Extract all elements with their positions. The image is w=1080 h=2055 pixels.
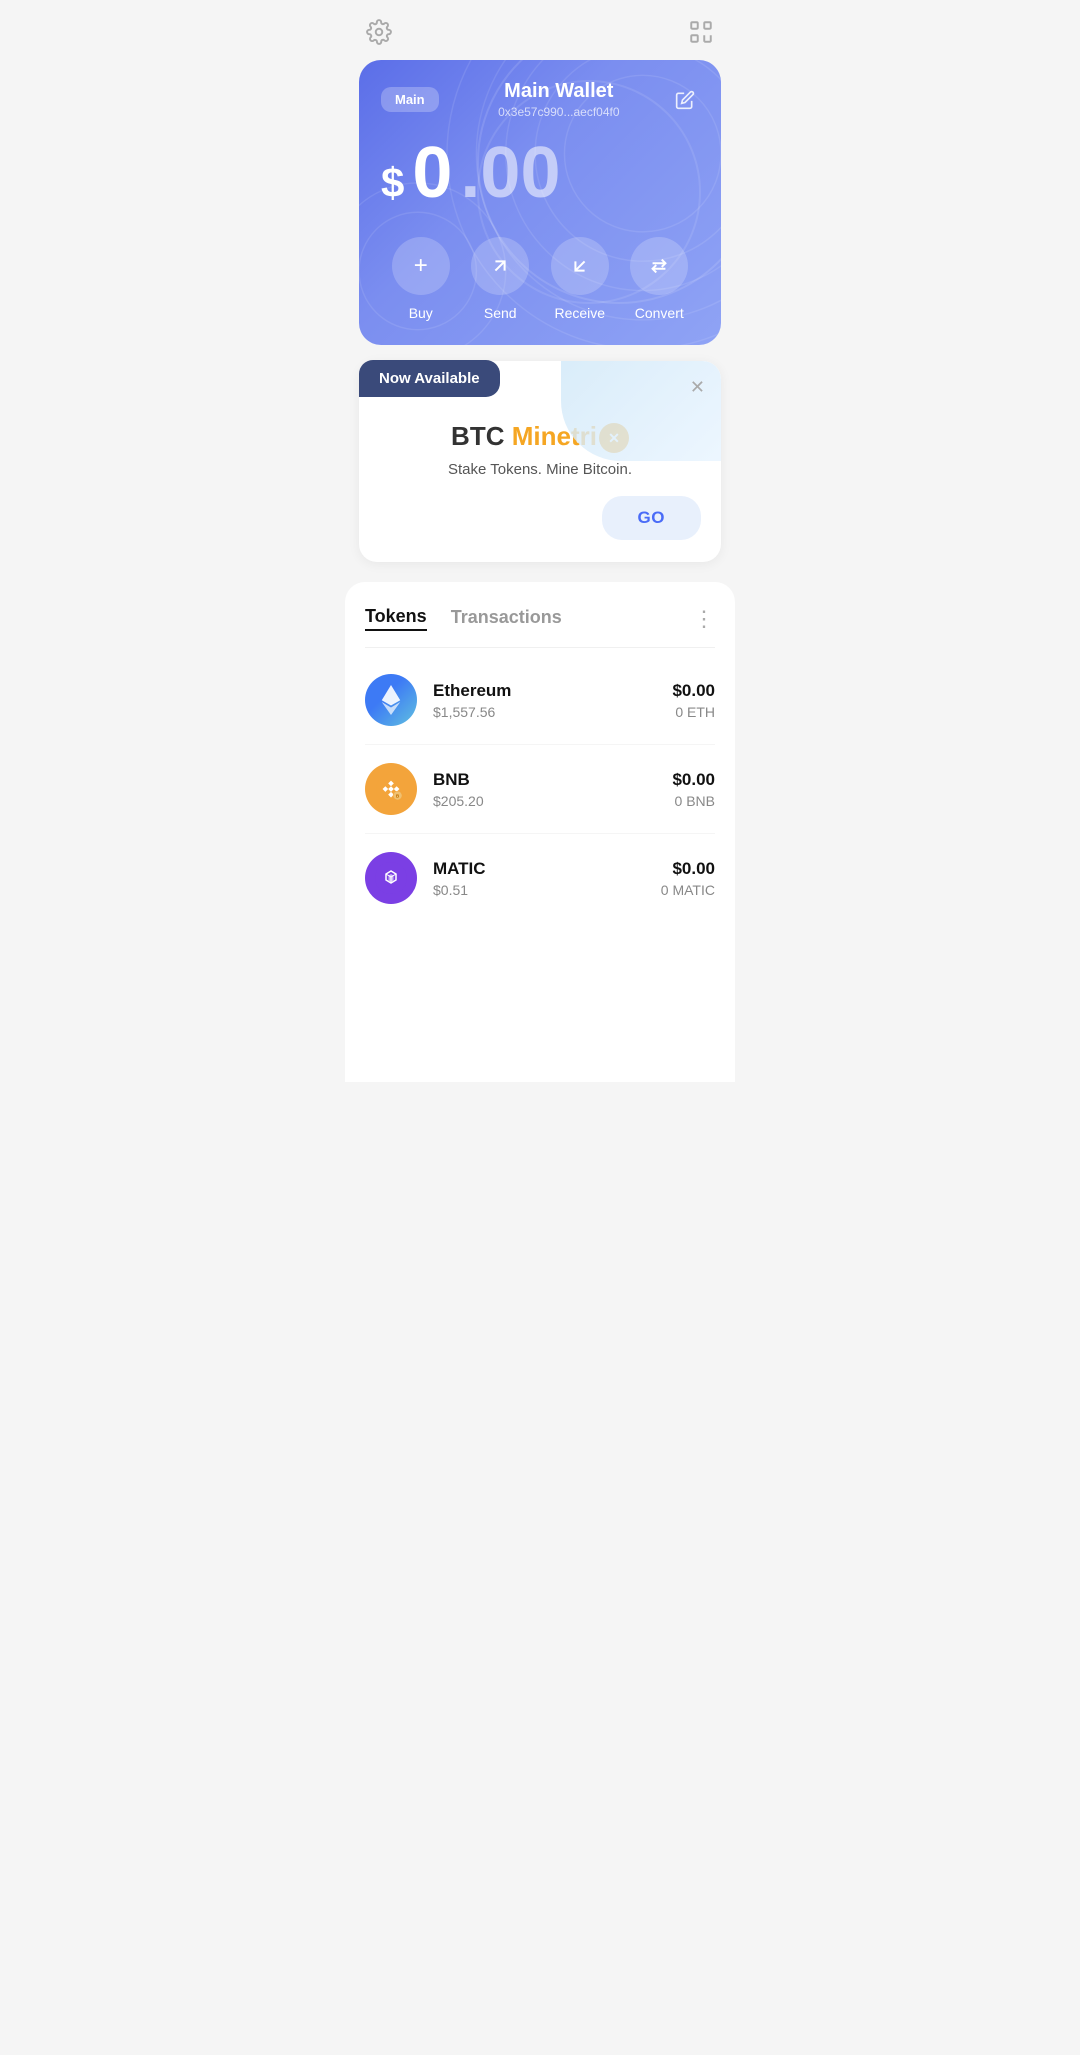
eth-name: Ethereum	[433, 681, 656, 701]
matic-amount: 0 MATIC	[661, 882, 715, 898]
wallet-badge: Main	[381, 87, 439, 112]
wallet-card: Main Main Wallet 0x3e57c990...aecf04f0 $…	[359, 60, 721, 345]
bnb-info: BNB $205.20	[433, 770, 656, 809]
promo-section: Now Available ✕ BTC Minetri✕ Stake Token…	[359, 361, 721, 562]
balance-row: $ 0 .00	[381, 137, 699, 209]
balance-integer: 0	[412, 137, 452, 209]
eth-info: Ethereum $1,557.56	[433, 681, 656, 720]
convert-icon	[630, 237, 688, 295]
close-promo-button[interactable]: ✕	[690, 377, 705, 398]
tabs-more-button[interactable]: ⋮	[693, 608, 715, 630]
send-button[interactable]: Send	[471, 237, 529, 321]
send-icon	[471, 237, 529, 295]
bnb-price: $205.20	[433, 793, 656, 809]
bnb-logo: B	[365, 763, 417, 815]
eth-amount: 0 ETH	[672, 704, 715, 720]
promo-btc-text: BTC	[451, 421, 504, 451]
tokens-section: Tokens Transactions ⋮ Ethereum $1,557.56…	[345, 582, 735, 1082]
settings-icon[interactable]	[365, 18, 393, 46]
convert-button[interactable]: Convert	[630, 237, 688, 321]
token-item-eth[interactable]: Ethereum $1,557.56 $0.00 0 ETH	[365, 656, 715, 745]
eth-price: $1,557.56	[433, 704, 656, 720]
token-item-matic[interactable]: MATIC $0.51 $0.00 0 MATIC	[365, 834, 715, 922]
bnb-amount: 0 BNB	[672, 793, 715, 809]
eth-logo	[365, 674, 417, 726]
promo-bg-decoration	[561, 361, 721, 461]
matic-price: $0.51	[433, 882, 645, 898]
matic-values: $0.00 0 MATIC	[661, 859, 715, 898]
bnb-name: BNB	[433, 770, 656, 790]
wallet-title: Main Wallet	[447, 80, 671, 103]
scan-icon[interactable]	[687, 18, 715, 46]
matic-logo	[365, 852, 417, 904]
bnb-usd: $0.00	[672, 770, 715, 790]
matic-usd: $0.00	[661, 859, 715, 879]
matic-name: MATIC	[433, 859, 645, 879]
matic-info: MATIC $0.51	[433, 859, 645, 898]
send-label: Send	[484, 305, 517, 321]
buy-label: Buy	[409, 305, 433, 321]
token-item-bnb[interactable]: B BNB $205.20 $0.00 0 BNB	[365, 745, 715, 834]
wallet-address: 0x3e57c990...aecf04f0	[447, 105, 671, 119]
balance-decimal: .00	[460, 137, 560, 209]
receive-icon	[551, 237, 609, 295]
promo-subtitle: Stake Tokens. Mine Bitcoin.	[379, 461, 701, 478]
receive-label: Receive	[554, 305, 605, 321]
now-available-badge: Now Available	[359, 360, 500, 397]
receive-button[interactable]: Receive	[551, 237, 609, 321]
token-list: Ethereum $1,557.56 $0.00 0 ETH	[365, 648, 715, 930]
go-button[interactable]: GO	[602, 496, 701, 540]
bnb-values: $0.00 0 BNB	[672, 770, 715, 809]
convert-label: Convert	[635, 305, 684, 321]
card-header: Main Main Wallet 0x3e57c990...aecf04f0	[381, 80, 699, 119]
tab-transactions[interactable]: Transactions	[451, 607, 562, 630]
tabs-row: Tokens Transactions ⋮	[365, 582, 715, 648]
buy-button[interactable]: + Buy	[392, 237, 450, 321]
tab-tokens[interactable]: Tokens	[365, 606, 427, 631]
action-buttons: + Buy Send Receive	[381, 237, 699, 321]
top-bar	[345, 0, 735, 56]
buy-icon: +	[392, 237, 450, 295]
dollar-sign: $	[381, 159, 404, 207]
eth-usd: $0.00	[672, 681, 715, 701]
eth-values: $0.00 0 ETH	[672, 681, 715, 720]
edit-icon[interactable]	[671, 86, 699, 114]
wallet-title-group: Main Wallet 0x3e57c990...aecf04f0	[447, 80, 671, 119]
